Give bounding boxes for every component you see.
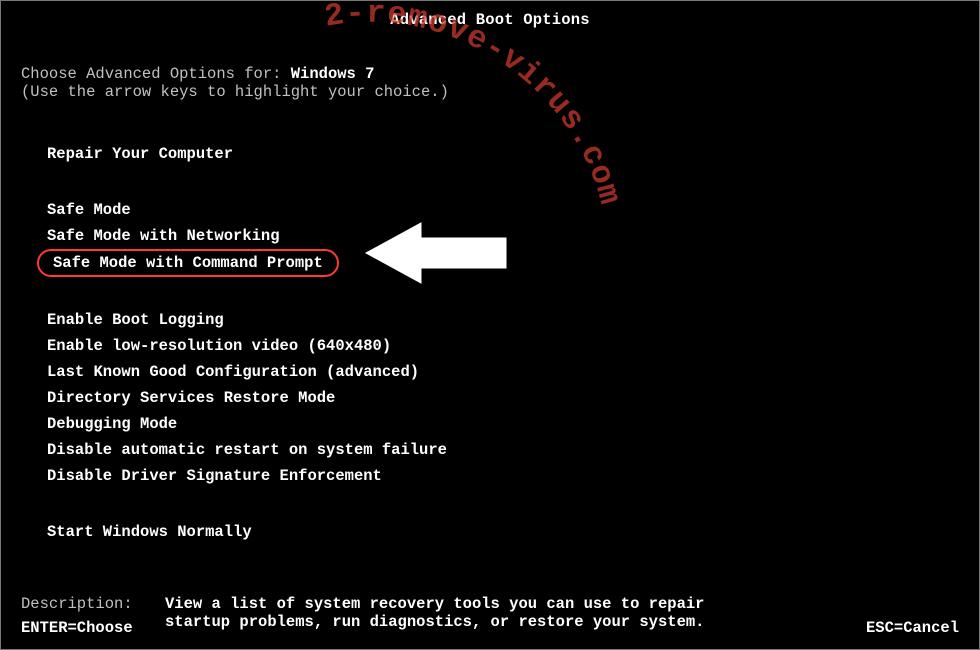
option-boot-logging[interactable]: Enable Boot Logging: [37, 307, 234, 333]
footer-esc: ESC=Cancel: [866, 619, 959, 637]
option-ds-restore[interactable]: Directory Services Restore Mode: [37, 385, 345, 411]
footer: ENTER=Choose ESC=Cancel: [21, 619, 959, 637]
option-lkg[interactable]: Last Known Good Configuration (advanced): [37, 359, 429, 385]
os-name: Windows 7: [291, 65, 375, 83]
option-repair[interactable]: Repair Your Computer: [37, 141, 243, 167]
boot-screen: Advanced Boot Options Choose Advanced Op…: [0, 0, 980, 650]
footer-enter: ENTER=Choose: [21, 619, 133, 637]
option-safe-mode[interactable]: Safe Mode: [37, 197, 141, 223]
arrow-hint: (Use the arrow keys to highlight your ch…: [21, 83, 959, 101]
option-disable-drv-sig[interactable]: Disable Driver Signature Enforcement: [37, 463, 392, 489]
description-text-line1: View a list of system recovery tools you…: [165, 595, 705, 613]
page-title: Advanced Boot Options: [21, 1, 959, 65]
choose-label: Choose Advanced Options for:: [21, 65, 291, 83]
option-debugging[interactable]: Debugging Mode: [37, 411, 187, 437]
option-start-normal[interactable]: Start Windows Normally: [37, 519, 262, 545]
option-low-res[interactable]: Enable low-resolution video (640x480): [37, 333, 401, 359]
option-safe-mode-networking[interactable]: Safe Mode with Networking: [37, 223, 290, 249]
option-disable-auto-restart[interactable]: Disable automatic restart on system fail…: [37, 437, 457, 463]
option-safe-mode-cmd[interactable]: Safe Mode with Command Prompt: [37, 249, 339, 277]
